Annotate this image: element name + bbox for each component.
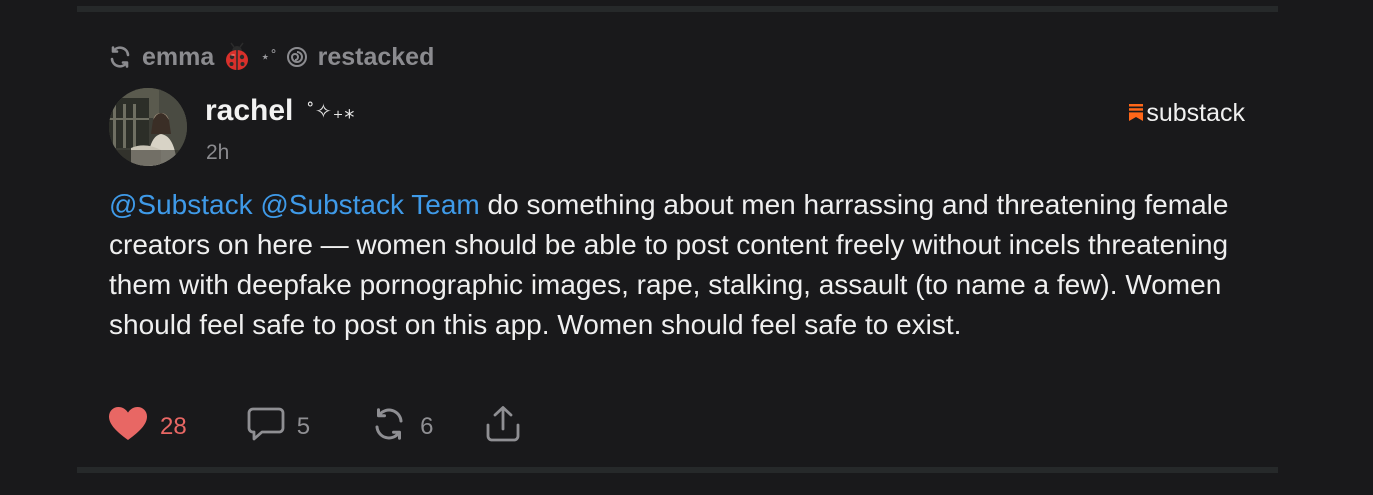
share-icon: [485, 405, 521, 450]
publication-badge[interactable]: substack: [1129, 99, 1245, 128]
top-divider: [77, 6, 1278, 12]
ladybug-icon: [222, 42, 252, 72]
heart-icon: [108, 406, 148, 449]
restacker-name[interactable]: emma: [142, 43, 214, 72]
author-avatar[interactable]: [109, 88, 187, 166]
post-actions: 28 5 6: [108, 402, 521, 452]
restacker-display-name[interactable]: emma ⋆˚: [142, 42, 308, 72]
bottom-divider: [77, 467, 1278, 473]
like-count: 28: [160, 413, 187, 440]
comment-count: 5: [296, 413, 311, 440]
name-decoration: ⋆˚: [260, 49, 278, 66]
swirl-icon: [286, 46, 308, 68]
author-name-row[interactable]: rachel ˚✧₊⁎: [205, 94, 355, 128]
mention-link[interactable]: @Substack Team: [260, 189, 479, 220]
restack-icon: [108, 45, 132, 69]
share-button[interactable]: [485, 405, 521, 450]
comment-icon: [247, 406, 285, 449]
comment-button[interactable]: 5: [247, 406, 310, 449]
post-body: @Substack @Substack Team do something ab…: [109, 185, 1249, 345]
post-timestamp[interactable]: 2h: [206, 141, 229, 165]
restack-count: 6: [420, 413, 434, 440]
restack-icon: [370, 406, 408, 449]
author-name[interactable]: rachel: [205, 94, 293, 128]
publication-name: substack: [1146, 99, 1245, 127]
substack-logo-icon: [1129, 99, 1144, 128]
mention-link[interactable]: @Substack: [109, 189, 253, 220]
restack-attribution: emma ⋆˚ restacked: [108, 40, 434, 74]
restack-button[interactable]: 6: [370, 406, 433, 449]
like-button[interactable]: 28: [108, 406, 187, 449]
restacked-label: restacked: [317, 42, 435, 71]
author-name-decoration: ˚✧₊⁎: [307, 100, 356, 123]
